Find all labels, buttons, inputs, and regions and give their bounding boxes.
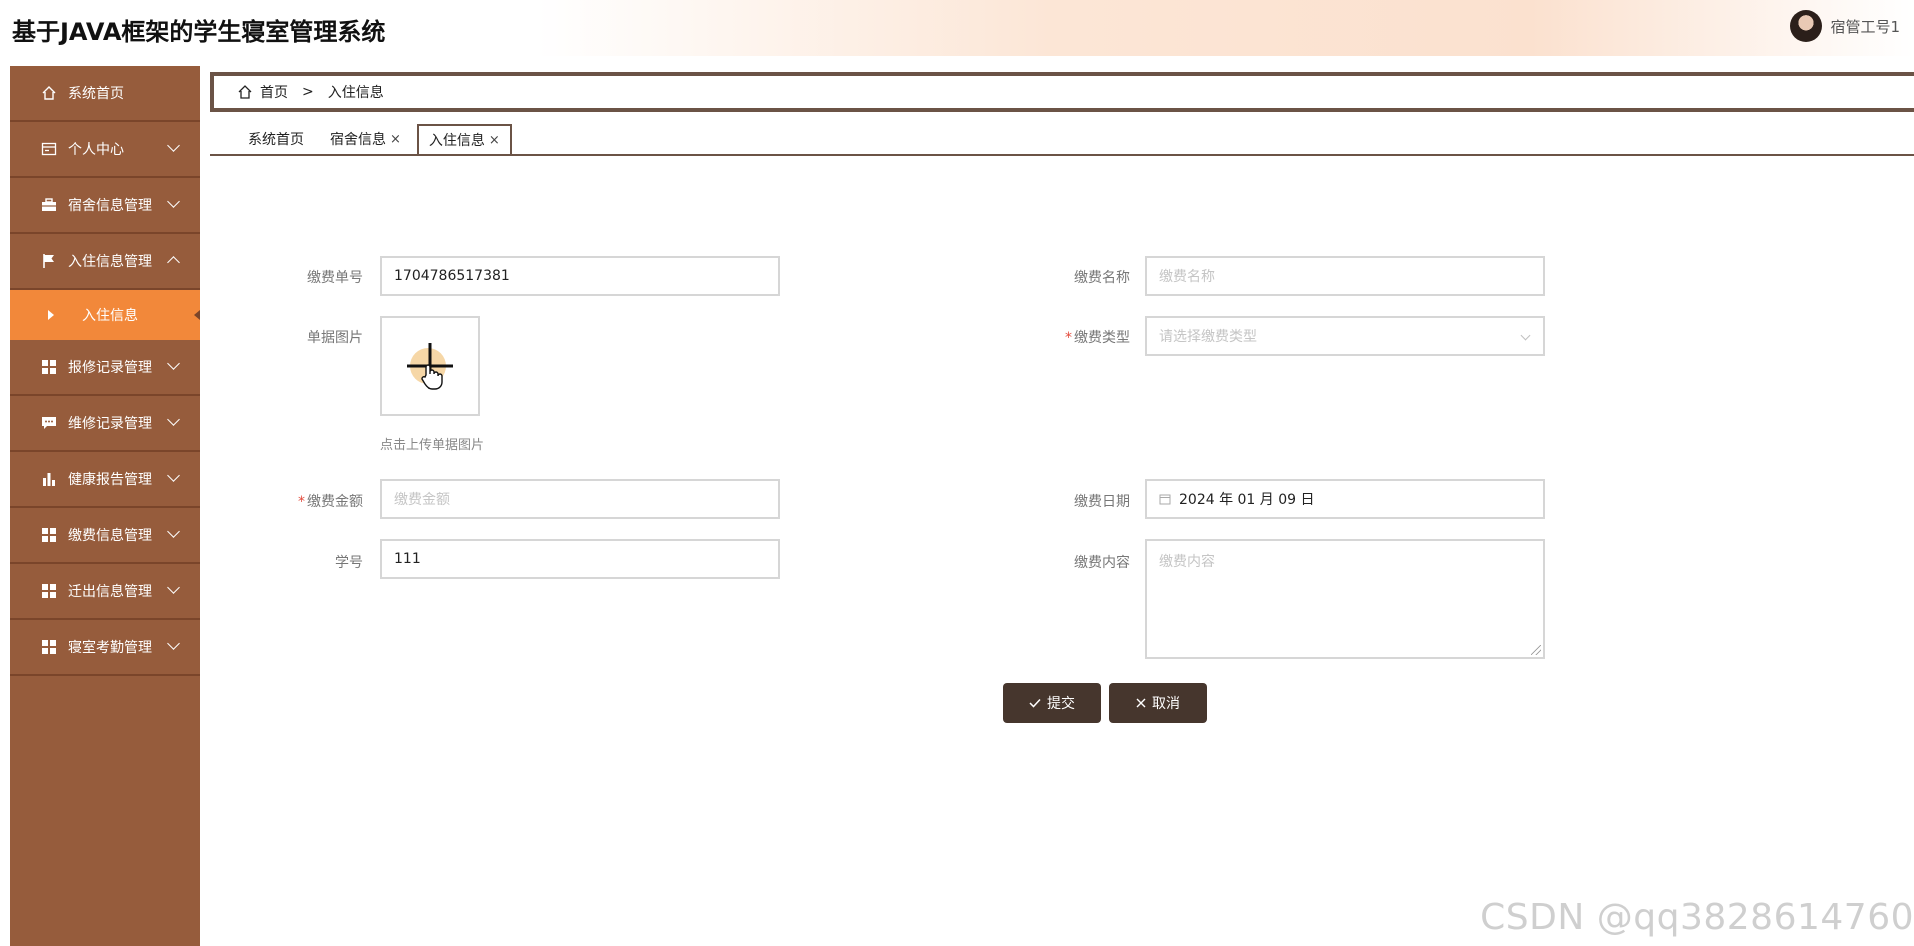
sidebar-subitem-checkin-info[interactable]: 入住信息 xyxy=(10,290,200,340)
tab-dorm-info[interactable]: 宿舍信息 × xyxy=(320,124,411,154)
close-icon xyxy=(1136,698,1146,708)
fee-content-label: 缴费内容 xyxy=(1074,555,1130,571)
amount-field[interactable]: 缴费金额 xyxy=(380,479,780,519)
user-name[interactable]: 宿管工号1 xyxy=(1830,16,1900,37)
avatar[interactable] xyxy=(1790,10,1823,42)
fee-content-placeholder: 缴费内容 xyxy=(1159,554,1215,570)
tab-label: 宿舍信息 xyxy=(330,132,386,148)
hand-cursor-icon xyxy=(421,364,443,390)
app-header: 基于JAVA框架的学生寝室管理系统 宿管工号1 xyxy=(0,0,1914,56)
receipt-image-label: 单据图片 xyxy=(307,330,363,346)
chat-icon xyxy=(40,414,58,432)
tab-label: 入住信息 xyxy=(428,133,485,149)
upload-hint: 点击上传单据图片 xyxy=(380,438,485,453)
watermark: CSDN @qq3828614760 xyxy=(1480,897,1914,938)
sidebar-item-health-reports[interactable]: 健康报告管理 xyxy=(10,452,200,508)
sidebar-item-attendance[interactable]: 寝室考勤管理 xyxy=(10,620,200,676)
sidebar-item-label: 寝室考勤管理 xyxy=(68,640,152,656)
tab-home[interactable]: 系统首页 xyxy=(238,124,314,154)
chevron-up-icon xyxy=(167,256,180,269)
grid-icon xyxy=(40,358,58,376)
sidebar-item-maintenance-records[interactable]: 维修记录管理 xyxy=(10,396,200,452)
breadcrumb: 首页 > 入住信息 xyxy=(210,72,1914,112)
breadcrumb-separator: > xyxy=(302,84,314,100)
amount-label: * 缴费金额 xyxy=(273,491,363,511)
breadcrumb-current: 入住信息 xyxy=(327,85,384,101)
sidebar-subitem-label: 入住信息 xyxy=(82,308,138,324)
sidebar-item-label: 维修记录管理 xyxy=(68,416,152,432)
caret-right-icon xyxy=(48,310,54,320)
student-no-field[interactable]: 111 xyxy=(380,539,780,579)
close-icon[interactable]: × xyxy=(489,133,500,148)
briefcase-icon xyxy=(40,196,58,214)
chevron-down-icon xyxy=(167,195,180,208)
sidebar-item-home[interactable]: 系统首页 xyxy=(10,66,200,122)
grid-icon xyxy=(40,526,58,544)
resize-handle[interactable] xyxy=(1531,645,1541,655)
sidebar-item-repair-records[interactable]: 报修记录管理 xyxy=(10,340,200,396)
check-icon xyxy=(1029,698,1041,708)
sidebar-item-dorm-management[interactable]: 宿舍信息管理 xyxy=(10,178,200,234)
chevron-down-icon xyxy=(1520,330,1531,341)
order-no-field[interactable]: 1704786517381 xyxy=(380,256,780,296)
cancel-label: 取消 xyxy=(1152,696,1180,712)
grid-icon xyxy=(40,582,58,600)
chevron-down-icon xyxy=(167,413,180,426)
submit-label: 提交 xyxy=(1047,696,1075,712)
chevron-down-icon xyxy=(167,637,180,650)
fee-content-textarea[interactable]: 缴费内容 xyxy=(1145,539,1545,659)
order-no-label: 缴费单号 xyxy=(307,270,363,286)
grid-icon xyxy=(40,638,58,656)
sidebar-item-label: 迁出信息管理 xyxy=(68,584,152,600)
fee-type-label: * 缴费类型 xyxy=(1040,327,1130,347)
user-menu[interactable]: 宿管工号1 xyxy=(1790,10,1900,42)
sidebar-item-label: 入住信息管理 xyxy=(68,254,152,270)
sidebar-item-label: 系统首页 xyxy=(68,86,124,102)
sidebar-item-label: 报修记录管理 xyxy=(68,360,152,376)
required-mark: * xyxy=(1065,330,1072,346)
sidebar-item-personal-center[interactable]: 个人中心 xyxy=(10,122,200,178)
sidebar-item-payment-info[interactable]: 缴费信息管理 xyxy=(10,508,200,564)
flag-icon xyxy=(40,252,58,270)
fee-date-label: 缴费日期 xyxy=(1074,494,1130,510)
amount-label-text: 缴费金额 xyxy=(307,494,363,510)
chevron-down-icon xyxy=(167,469,180,482)
fee-date-picker[interactable]: 2024 年 01 月 09 日 xyxy=(1145,479,1545,519)
submit-button[interactable]: 提交 xyxy=(1003,683,1101,723)
bar-chart-icon xyxy=(40,470,58,488)
tab-checkin-info[interactable]: 入住信息 × xyxy=(416,124,512,154)
sidebar-item-label: 个人中心 xyxy=(68,142,124,158)
required-mark: * xyxy=(298,494,305,510)
chevron-down-icon xyxy=(167,581,180,594)
fee-type-label-text: 缴费类型 xyxy=(1074,330,1130,346)
close-icon[interactable]: × xyxy=(390,132,401,147)
id-card-icon xyxy=(40,140,58,158)
home-icon[interactable] xyxy=(238,85,252,99)
sidebar-item-label: 缴费信息管理 xyxy=(68,528,152,544)
sidebar-item-label: 健康报告管理 xyxy=(68,472,152,488)
breadcrumb-home[interactable]: 首页 xyxy=(260,82,288,102)
sidebar-item-label: 宿舍信息管理 xyxy=(68,198,152,214)
image-upload-button[interactable] xyxy=(380,316,480,416)
sidebar: 系统首页 个人中心 宿舍信息管理 入住信息管理 入住信息 报修记录管理 维修记录… xyxy=(10,66,200,946)
chevron-down-icon xyxy=(167,139,180,152)
active-indicator xyxy=(194,310,200,320)
fee-date-value: 2024 年 01 月 09 日 xyxy=(1179,492,1315,508)
calendar-icon xyxy=(1159,493,1171,505)
cancel-button[interactable]: 取消 xyxy=(1109,683,1207,723)
home-icon xyxy=(40,84,58,102)
fee-type-placeholder: 请选择缴费类型 xyxy=(1159,329,1257,345)
tab-bar: 系统首页 宿舍信息 × 入住信息 × xyxy=(210,124,1914,156)
sidebar-item-checkout-info[interactable]: 迁出信息管理 xyxy=(10,564,200,620)
fee-name-label: 缴费名称 xyxy=(1074,270,1130,286)
student-no-label: 学号 xyxy=(335,555,363,571)
fee-name-field[interactable]: 缴费名称 xyxy=(1145,256,1545,296)
chevron-down-icon xyxy=(167,525,180,538)
chevron-down-icon xyxy=(167,357,180,370)
app-title: 基于JAVA框架的学生寝室管理系统 xyxy=(12,18,386,46)
tab-label: 系统首页 xyxy=(248,132,304,148)
sidebar-item-checkin-management[interactable]: 入住信息管理 xyxy=(10,234,200,290)
fee-type-select[interactable]: 请选择缴费类型 xyxy=(1145,316,1545,356)
